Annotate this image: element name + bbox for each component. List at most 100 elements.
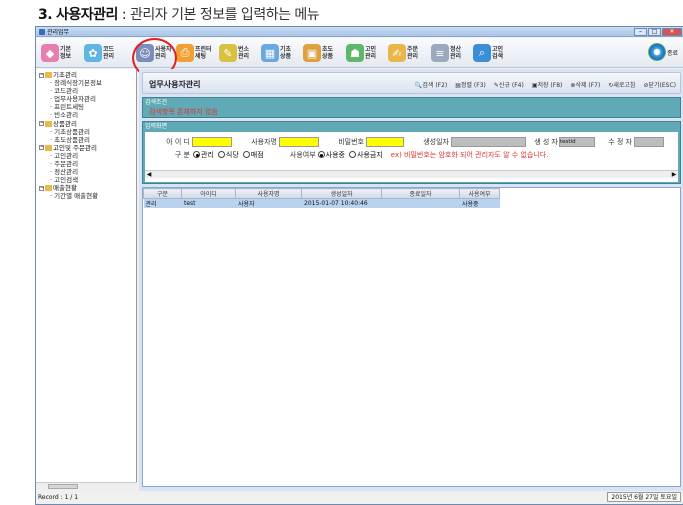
tree-group[interactable]: − 고인및 주문관리 (36, 144, 136, 152)
type-radio[interactable]: 매점 (242, 150, 264, 160)
heading-description: 관리자 기본 정보를 입력하는 메뉴 (130, 7, 320, 23)
folder-icon (45, 185, 52, 192)
tree-item[interactable]: · 고인검색 (36, 176, 136, 184)
tree-item[interactable]: · 기초상품관리 (36, 128, 136, 136)
tree-item[interactable]: · 기간별 매출현황 (36, 192, 136, 200)
radio-label: 식당 (225, 150, 239, 159)
toolbar-label-line: 정산 (450, 46, 462, 53)
toolbar-icon: ≡ (431, 44, 449, 62)
column-header[interactable]: 생성일자 (301, 188, 382, 199)
app-icon (39, 28, 45, 35)
table-cell: 사용자 (235, 198, 302, 208)
new-button[interactable]: ✎신규 (F4) (494, 80, 524, 89)
toolbar-label-line: 상품 (280, 53, 292, 60)
tree-item[interactable]: · 주문관리 (36, 160, 136, 168)
tree-item[interactable]: · 정산관리 (36, 168, 136, 176)
search-button[interactable]: 🔍검색 (F2) (415, 80, 447, 89)
tree-label: 빈소관리 (54, 111, 79, 120)
action-label: 삭제 (F7) (575, 82, 601, 89)
radio-label: 사용금지 (357, 150, 383, 159)
tree-item[interactable]: · 장례식장기본정보 (36, 79, 136, 87)
form-scrollbar[interactable]: ◀ ▶ (145, 170, 678, 178)
id-input[interactable] (192, 136, 232, 147)
table-cell: 2015-01-07 10:40:46 (301, 198, 382, 208)
exit-button[interactable]: 종료 (647, 43, 678, 61)
modifier-input (634, 136, 664, 147)
panel-title: 업무사용자관리 (149, 80, 201, 89)
username-input[interactable] (279, 136, 319, 147)
toolbar-icon: ▦ (261, 44, 279, 62)
search-message: 검색항목 존재하지 않음 (149, 108, 218, 116)
toolbar-icon: ☗ (346, 44, 364, 62)
action-label: 저장 (F8) (537, 82, 563, 89)
toolbar-icon: ⎙ (176, 44, 194, 62)
collapse-icon[interactable]: − (39, 185, 44, 191)
column-header[interactable]: 구분 (143, 188, 182, 199)
modifier-label: 수 정 자 (608, 137, 632, 146)
tree-item[interactable]: · 초도상품관리 (36, 136, 136, 144)
toolbar-icon: ✍ (388, 44, 406, 62)
toolbar-button-9[interactable]: ✍ 주문 관리 (388, 42, 418, 64)
column-header[interactable]: 종료일자 (381, 188, 460, 199)
scroll-right-icon[interactable]: ▶ (670, 171, 678, 178)
toolbar-button-10[interactable]: ≡ 정산 관리 (431, 42, 461, 64)
close-button[interactable]: ⊘닫기(ESC) (643, 80, 676, 89)
toolbar-button-7[interactable]: ▣ 초도 상품 (303, 42, 333, 64)
collapse-icon[interactable]: − (39, 72, 44, 78)
column-header[interactable]: 사용여부 (459, 188, 500, 199)
folder-icon (45, 144, 52, 151)
toolbar-button-8[interactable]: ☗ 고인 관리 (346, 42, 376, 64)
toolbar-button-1[interactable]: ◆ 기본 정보 (41, 42, 71, 64)
tree-label: 초도상품관리 (54, 135, 91, 144)
toolbar-button-4[interactable]: ⎙ 프린터 세팅 (176, 42, 212, 64)
tree-item[interactable]: · 빈소관리 (36, 111, 136, 119)
radio-icon (349, 151, 356, 158)
toolbar-button-11[interactable]: ⌕ 고인 검색 (473, 42, 503, 64)
tree-group[interactable]: − 기초관리 (36, 71, 136, 79)
use-radio[interactable]: 사용중 (317, 150, 345, 160)
maximize-button[interactable]: □ (648, 28, 661, 36)
toolbar-label-line: 관리 (450, 53, 462, 60)
tree-group[interactable]: − 상품관리 (36, 120, 136, 128)
save-button[interactable]: ▣저장 (F8) (532, 80, 563, 89)
refresh-button[interactable]: ↻새로고침 (608, 80, 635, 89)
toolbar-label-line: 번소 (238, 46, 250, 53)
sort-button[interactable]: ▤정렬 (F3) (455, 80, 486, 89)
toolbar-label: 초도 상품 (322, 46, 333, 60)
scroll-thumb[interactable] (48, 484, 78, 489)
radio-icon (317, 151, 325, 158)
toolbar-button-2[interactable]: ✿ 코드 관리 (84, 42, 114, 64)
table-cell: 사용중 (459, 198, 500, 208)
window-titlebar[interactable]: 관리업무 – □ ✕ (36, 27, 683, 37)
user-grid: 구분 아이디 사용자명 생성일자 종료일자 사용여부 관리 test 사용자 2015-01-07… (142, 187, 681, 487)
main-toolbar: ◆ 기본 정보 ✿ 코드 관리 ☺ 사용자 관리 ⎙ 프린터 세팅 ✎ 번소 관리 ▦ 기초 상품 ▣ 초도 상품 ☗ 고인… (36, 38, 683, 78)
search-group: 검색조건 검색항목 존재하지 않음 (142, 97, 681, 118)
toolbar-button-5[interactable]: ✎ 번소 관리 (219, 42, 249, 64)
tree-scrollbar[interactable] (36, 482, 137, 490)
collapse-icon[interactable]: − (39, 121, 44, 127)
id-label: 아 이 디 (166, 137, 190, 146)
toolbar-label-line: 프린터 (195, 46, 212, 53)
toolbar-label: 기초 상품 (280, 46, 291, 60)
delete-button[interactable]: ⊗삭제 (F7) (570, 80, 600, 89)
table-row[interactable]: 관리 test 사용자 2015-01-07 10:40:46 사용중 (143, 198, 500, 208)
close-button[interactable]: ✕ (662, 28, 682, 36)
toolbar-label-line: 상품 (322, 53, 334, 60)
radio-icon (242, 151, 250, 158)
column-header[interactable]: 사용자명 (235, 188, 302, 199)
use-radio[interactable]: 사용금지 (349, 150, 383, 160)
type-radio[interactable]: 관리 (193, 150, 214, 160)
toolbar-label: 기본 정보 (60, 46, 71, 60)
tree-label: 고인관리 (54, 151, 79, 160)
type-radio[interactable]: 식당 (217, 150, 239, 160)
tree-item[interactable]: · 고인관리 (36, 152, 136, 160)
column-header[interactable]: 아이디 (181, 188, 236, 199)
action-label: 새로고침 (613, 82, 636, 89)
scroll-left-icon[interactable]: ◀ (145, 171, 153, 178)
minimize-button[interactable]: – (634, 28, 647, 36)
collapse-icon[interactable]: − (39, 145, 44, 151)
toolbar-button-6[interactable]: ▦ 기초 상품 (261, 42, 291, 64)
toolbar-label-line: 정보 (60, 53, 72, 60)
password-input[interactable] (366, 136, 404, 147)
toolbar-icon: ⌕ (473, 44, 491, 62)
